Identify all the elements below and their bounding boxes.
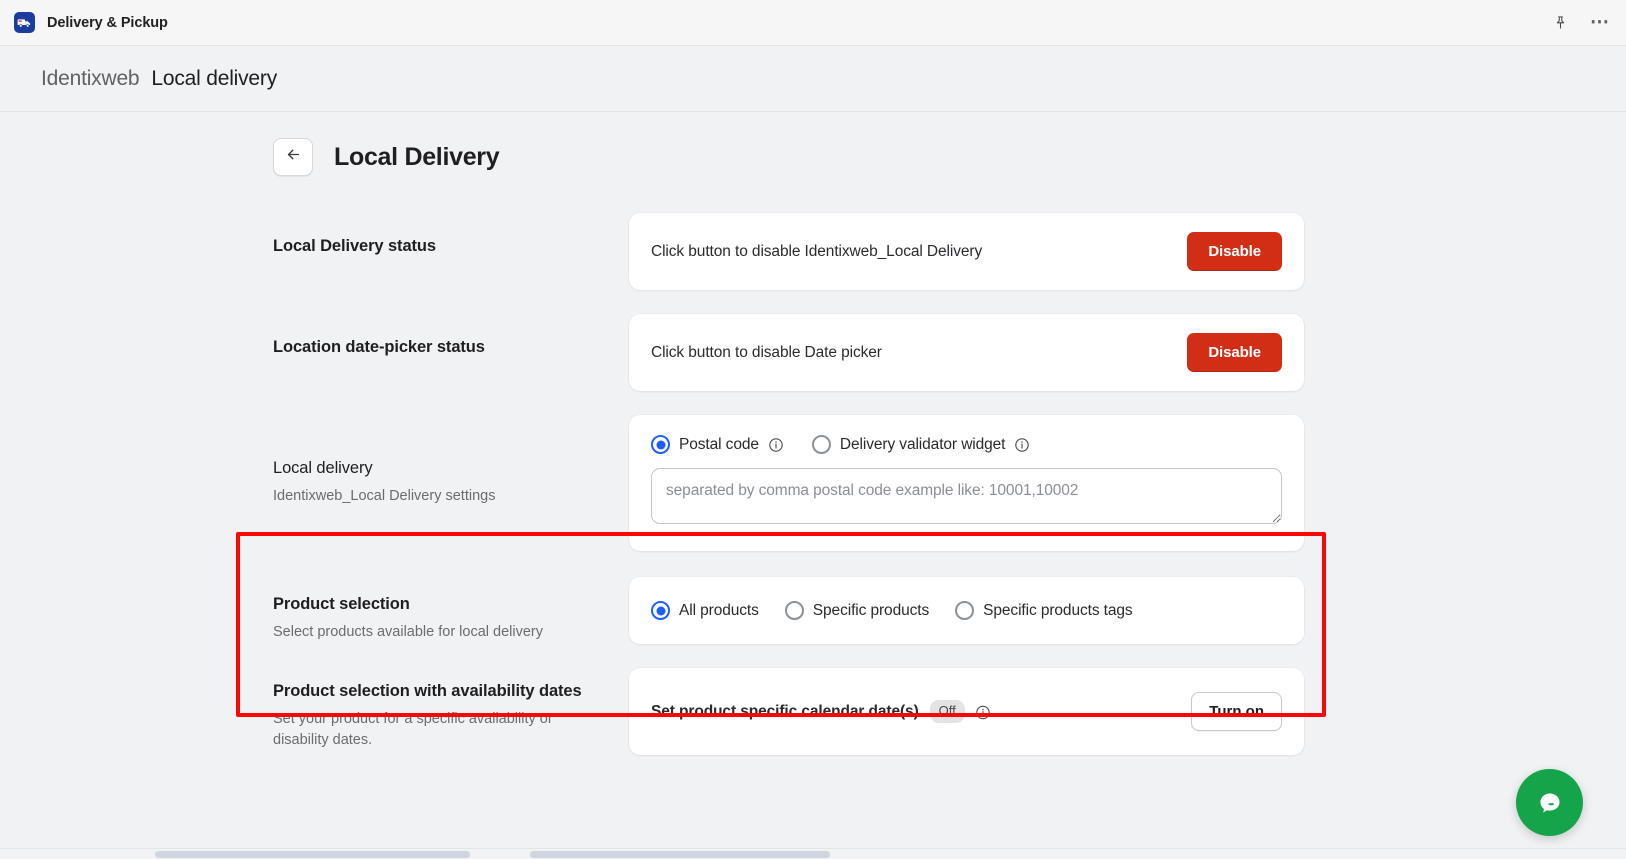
section-date-picker-status: Location date-picker status Click button…	[0, 314, 1626, 391]
radio-all-products-indicator[interactable]	[651, 601, 670, 620]
section-label: Local delivery Identixweb_Local Delivery…	[273, 415, 629, 507]
card-text: Click button to disable Identixweb_Local…	[651, 242, 983, 260]
back-button[interactable]	[273, 138, 313, 176]
card-content: Set product specific calendar date(s) Of…	[629, 668, 1304, 755]
pin-icon[interactable]	[1548, 11, 1572, 35]
section-label: Product selection Select products availa…	[273, 577, 629, 643]
chat-bubble-icon[interactable]	[1516, 769, 1583, 836]
titlebar-actions: ⋯	[1548, 11, 1612, 35]
section-label: Location date-picker status	[273, 314, 629, 358]
page-header: Local Delivery	[0, 138, 1626, 176]
local-delivery-mode-group: Postal code Delivery validator widget	[629, 415, 1304, 468]
disable-date-picker-button[interactable]: Disable	[1187, 333, 1282, 372]
page-title: Local Delivery	[334, 142, 500, 171]
info-circle-icon[interactable]	[768, 437, 784, 453]
page-body: Local Delivery Local Delivery status Cli…	[0, 112, 1626, 859]
card-product-selection: All products Specific products Specific …	[629, 577, 1304, 644]
card-content: Click button to disable Date picker Disa…	[629, 314, 1304, 391]
section-subtitle: Select products available for local deli…	[273, 624, 543, 641]
info-circle-icon[interactable]	[975, 704, 991, 720]
info-circle-icon[interactable]	[1014, 437, 1030, 453]
more-options-glyph: ⋯	[1590, 11, 1610, 33]
radio-option-label: All products	[679, 601, 759, 619]
section-title: Location date-picker status	[273, 338, 485, 356]
section-subtitle: Set your product for a specific availabi…	[273, 711, 553, 748]
card-text: Click button to disable Date picker	[651, 343, 882, 361]
more-options-icon[interactable]: ⋯	[1588, 11, 1612, 35]
turn-on-button[interactable]: Turn on	[1191, 692, 1282, 731]
postal-code-input-wrapper	[629, 468, 1304, 551]
delivery-truck-icon	[14, 12, 35, 33]
card-local-delivery: Postal code Delivery validator widget	[629, 415, 1304, 551]
card-local-delivery-status: Click button to disable Identixweb_Local…	[629, 213, 1304, 290]
breadcrumb-current[interactable]: Local delivery	[151, 67, 277, 91]
radio-specific-products-indicator[interactable]	[784, 601, 804, 620]
section-local-delivery-status: Local Delivery status Click button to di…	[0, 213, 1626, 290]
breadcrumb-parent[interactable]: Identixweb	[41, 67, 140, 91]
breadcrumb: Identixweb Local delivery	[0, 46, 1626, 112]
radio-option-delivery-validator-widget[interactable]: Delivery validator widget	[811, 435, 1031, 454]
radio-option-label: Specific products tags	[983, 601, 1133, 619]
section-title: Local delivery	[273, 459, 373, 477]
card-date-picker-status: Click button to disable Date picker Disa…	[629, 314, 1304, 391]
section-label: Local Delivery status	[273, 213, 629, 257]
disable-local-delivery-button[interactable]: Disable	[1187, 232, 1282, 271]
section-title: Product selection	[273, 595, 410, 613]
section-product-selection: Product selection Select products availa…	[0, 577, 1626, 644]
radio-option-label: Postal code	[679, 435, 759, 453]
card-availability-dates: Set product specific calendar date(s) Of…	[629, 668, 1304, 755]
radio-option-specific-products[interactable]: Specific products	[784, 601, 930, 620]
scrollbar-thumb[interactable]	[155, 851, 470, 858]
radio-delivery-validator-indicator[interactable]	[811, 435, 831, 454]
section-title: Product selection with availability date…	[273, 682, 582, 700]
radio-specific-products-tags-indicator[interactable]	[955, 601, 975, 620]
radio-option-label: Delivery validator widget	[839, 435, 1006, 453]
section-local-delivery: Local delivery Identixweb_Local Delivery…	[0, 415, 1626, 551]
postal-code-input[interactable]	[651, 468, 1282, 524]
radio-option-postal-code[interactable]: Postal code	[651, 435, 784, 454]
page-content: Local Delivery Local Delivery status Cli…	[0, 112, 1626, 755]
radio-option-label: Specific products	[812, 601, 930, 619]
radio-option-all-products[interactable]: All products	[651, 601, 759, 620]
card-content: Click button to disable Identixweb_Local…	[629, 213, 1304, 290]
section-label: Product selection with availability date…	[273, 668, 629, 750]
product-selection-group: All products Specific products Specific …	[629, 577, 1304, 644]
radio-postal-code-indicator[interactable]	[651, 435, 670, 454]
app-titlebar: Delivery & Pickup ⋯	[0, 0, 1626, 46]
section-subtitle: Identixweb_Local Delivery settings	[273, 488, 496, 505]
section-title: Local Delivery status	[273, 237, 436, 255]
section-availability-dates: Product selection with availability date…	[0, 668, 1626, 755]
status-badge: Off	[929, 699, 965, 724]
card-text: Set product specific calendar date(s)	[651, 702, 919, 720]
radio-option-specific-products-tags[interactable]: Specific products tags	[955, 601, 1133, 620]
app-title: Delivery & Pickup	[47, 14, 168, 31]
arrow-left-icon	[285, 146, 302, 168]
horizontal-scrollbar[interactable]	[0, 848, 1626, 859]
scrollbar-thumb-secondary[interactable]	[530, 851, 830, 858]
